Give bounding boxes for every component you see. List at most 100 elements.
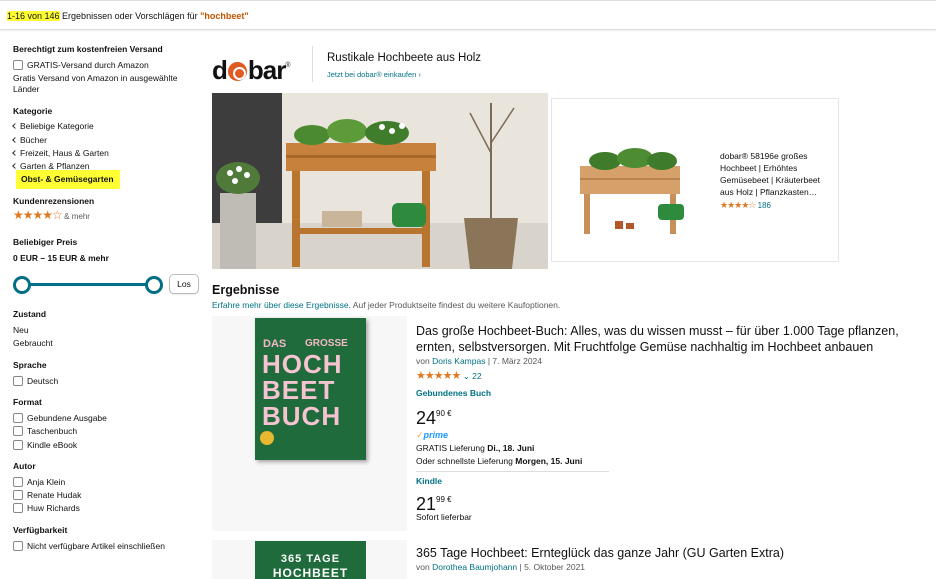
checkbox[interactable]	[13, 490, 23, 500]
price-main: 21	[416, 494, 437, 514]
cover-text: BEET	[262, 375, 336, 405]
checkbox[interactable]	[13, 440, 23, 450]
chevron-left-icon	[12, 137, 18, 143]
price-fraction: 99 €	[436, 495, 452, 504]
format-heading: Format	[13, 397, 42, 407]
condition-heading: Zustand	[13, 309, 47, 319]
category-heading: Kategorie	[13, 106, 53, 116]
condition-used[interactable]: Gebraucht	[13, 338, 53, 349]
divider	[416, 471, 609, 472]
checkbox[interactable]	[13, 541, 23, 551]
brand-shop-link[interactable]: Jetzt bei dobar® einkaufen ›	[327, 70, 421, 79]
delivery-prefix: GRATIS Lieferung	[416, 443, 488, 453]
cover-text: HOCHBEET	[272, 566, 349, 579]
price-fraction: 90 €	[436, 409, 452, 418]
results-subheading: Erfahre mehr über diese Ergebnisse. Auf …	[212, 300, 560, 310]
price-go-button[interactable]: Los	[169, 274, 199, 294]
fast-prefix: Oder schnellste Lieferung	[416, 456, 516, 466]
format-kindle-link[interactable]: Kindle	[416, 476, 442, 486]
filter-label: Renate Hudak	[27, 490, 82, 500]
brand-title[interactable]: Rustikale Hochbeete aus Holz	[327, 52, 481, 64]
format-hardcover-link[interactable]: Gebundenes Buch	[416, 388, 491, 398]
filter-label: GRATIS-Versand durch Amazon	[27, 60, 149, 70]
price-hardcover: 2490 €	[416, 404, 452, 428]
search-query: "hochbeet"	[200, 11, 249, 21]
badge-icon	[260, 431, 274, 445]
price-slider-max-handle[interactable]	[145, 276, 163, 294]
brand-product-title[interactable]: dobar® 58196e großes Hochbeet | Erhöhtes…	[720, 150, 835, 198]
filter-include-unavailable[interactable]: Nicht verfügbare Artikel einschließen	[13, 541, 165, 552]
filter-format-hardcover[interactable]: Gebundene Ausgabe	[13, 413, 107, 424]
review-count: 186	[757, 201, 771, 210]
chevron-left-icon	[12, 123, 18, 129]
language-heading: Sprache	[13, 360, 47, 370]
price-kindle: 2199 €	[416, 490, 452, 514]
checkbox[interactable]	[13, 477, 23, 487]
filter-author-1[interactable]: Anja Klein	[13, 477, 65, 488]
publish-date: | 7. März 2024	[485, 356, 543, 366]
checkbox[interactable]	[13, 413, 23, 423]
availability-status: Sofort lieferbar	[416, 512, 472, 522]
author-link[interactable]: Dorothea Baumjohann	[432, 562, 517, 572]
chevron-left-icon	[12, 163, 18, 169]
price-main: 24	[416, 408, 437, 428]
brand-banner-image[interactable]	[212, 93, 548, 269]
book-cover-image[interactable]: 365 TAGE HOCHBEET	[255, 541, 366, 579]
checkbox[interactable]	[13, 376, 23, 386]
delivery-info: GRATIS Lieferung Di., 18. Juni	[416, 443, 534, 453]
filter-format-kindle[interactable]: Kindle eBook	[13, 440, 77, 451]
result-count: 1-16 von 146 Ergebnissen oder Vorschläge…	[7, 10, 249, 23]
checkbox[interactable]	[13, 60, 23, 70]
filter-label: Nicht verfügbare Artikel einschließen	[27, 541, 165, 551]
cover-text: 365 TAGE	[280, 553, 341, 565]
raised-bed-scene	[212, 93, 548, 269]
price-heading: Beliebiger Preis	[13, 237, 78, 247]
category-label: Beliebige Kategorie	[20, 121, 94, 131]
chevron-left-icon	[12, 150, 18, 156]
checkbox[interactable]	[13, 426, 23, 436]
logo-o-icon	[227, 62, 247, 81]
filter-author-3[interactable]: Huw Richards	[13, 503, 80, 514]
review-count[interactable]: ⌄ 22	[463, 371, 482, 381]
filter-label: Kindle eBook	[27, 440, 78, 450]
brand-product-rating[interactable]: ★★★★☆ 186	[720, 200, 771, 211]
filter-free-shipping[interactable]: GRATIS-Versand durch Amazon	[13, 60, 149, 71]
filter-label: Taschenbuch	[27, 426, 78, 436]
filter-language-german[interactable]: Deutsch	[13, 376, 58, 387]
filter-reviews[interactable]: ★★★★☆ & mehr	[13, 209, 90, 222]
result-title[interactable]: Das große Hochbeet-Buch: Alles, was du w…	[416, 323, 931, 355]
category-label: Bücher	[20, 135, 47, 145]
result-count-text: Ergebnissen oder Vorschlägen für	[59, 11, 201, 21]
fast-date: Morgen, 15. Juni	[515, 456, 583, 466]
shipping-note-2: Länder	[13, 84, 40, 94]
by-label: von	[416, 356, 433, 366]
price-slider-min-handle[interactable]	[13, 276, 31, 294]
filter-label: Deutsch	[27, 376, 59, 386]
checkbox[interactable]	[13, 503, 23, 513]
category-books[interactable]: Bücher	[12, 135, 47, 146]
category-garden-home[interactable]: Freizeit, Haus & Garten	[12, 148, 109, 159]
prime-label: prime	[423, 430, 449, 440]
result-author-date: von Doris Kampas | 7. März 2024	[416, 356, 542, 366]
results-bar: 1-16 von 146 Ergebnissen oder Vorschläge…	[0, 0, 936, 30]
result-rating[interactable]: ★★★★★ ⌄ 22	[416, 369, 482, 382]
results-info-link[interactable]: Erfahre mehr über diese Ergebnisse.	[212, 300, 351, 310]
condition-new[interactable]: Neu	[13, 325, 29, 336]
star-rating-icon: ★★★★☆	[720, 200, 756, 210]
price-slider-track[interactable]	[20, 283, 154, 286]
dobar-logo[interactable]: d bar®	[212, 51, 291, 85]
author-heading: Autor	[13, 461, 36, 471]
filter-format-paperback[interactable]: Taschenbuch	[13, 426, 77, 437]
result-range: 1-16 von 146	[7, 11, 60, 21]
book-cover-image[interactable]: DAS GROSSE HOCH BEET BUCH	[255, 318, 366, 460]
check-icon: ✓	[416, 430, 424, 440]
filter-author-2[interactable]: Renate Hudak	[13, 490, 81, 501]
category-selected[interactable]: Obst- & Gemüsegarten	[16, 170, 120, 189]
prime-badge: ✓prime	[416, 430, 448, 441]
category-any[interactable]: Beliebige Kategorie	[12, 121, 94, 132]
star-rating-icon: ★★★★★	[416, 370, 461, 382]
author-link[interactable]: Doris Kampas	[432, 356, 485, 366]
result-title[interactable]: 365 Tage Hochbeet: Ernteglück das ganze …	[416, 545, 931, 561]
delivery-date: Di., 18. Juni	[487, 443, 535, 453]
filter-label: Anja Klein	[27, 477, 66, 487]
